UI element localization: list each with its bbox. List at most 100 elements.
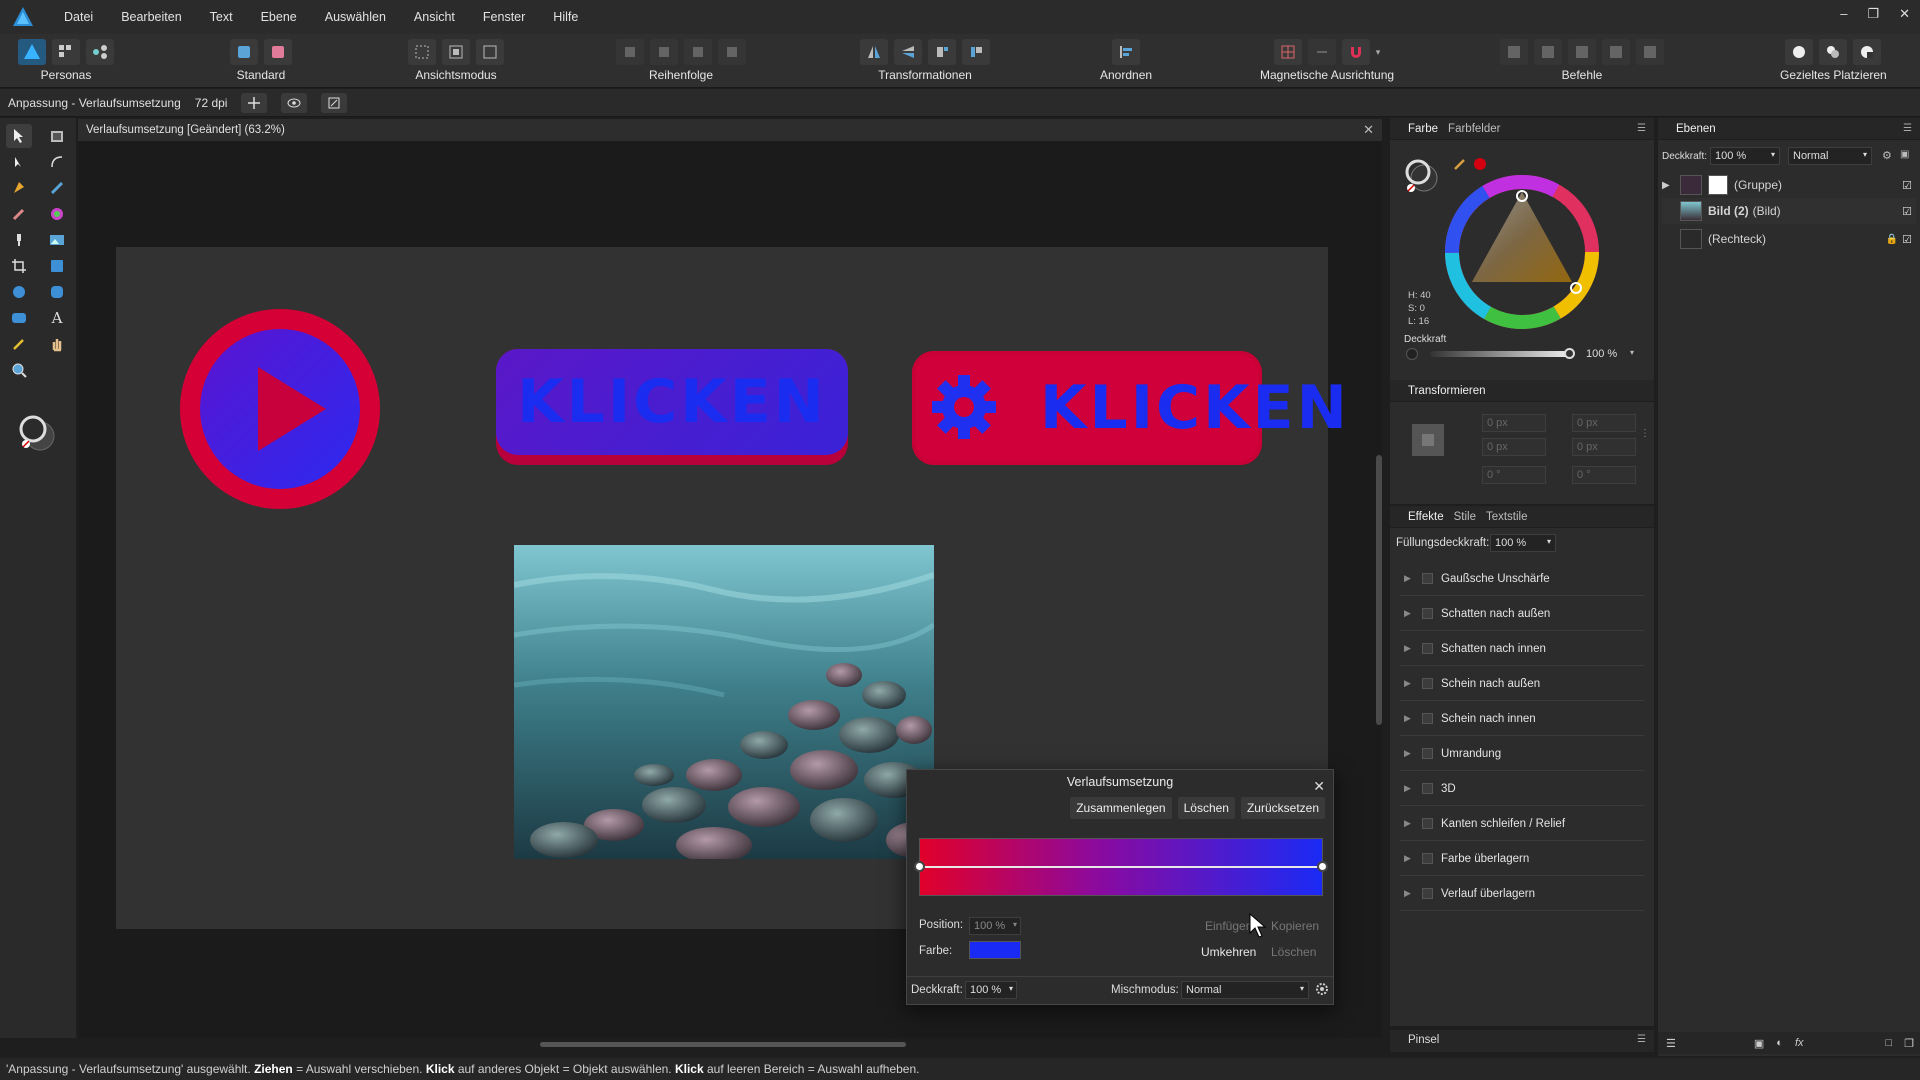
fill-opacity-input[interactable]: 100 % ▾ <box>1490 534 1556 552</box>
place-image-icon[interactable] <box>44 228 70 252</box>
klicken-button-1[interactable]: KLICKEN <box>496 349 848 455</box>
delete-button[interactable]: Löschen <box>1177 797 1235 819</box>
visibility-icon[interactable] <box>281 92 308 113</box>
vertical-scroll-thumb[interactable] <box>1376 455 1382 725</box>
stop-color-swatch[interactable] <box>969 941 1021 959</box>
rotate-left-icon[interactable] <box>928 39 956 65</box>
zoom-tool-icon[interactable] <box>6 358 32 382</box>
reset-button[interactable]: Zurücksetzen <box>1240 797 1325 819</box>
align-icon[interactable] <box>1112 39 1141 65</box>
blend-mode-select[interactable]: Normal ▾ <box>1181 981 1309 999</box>
order-forward-icon[interactable] <box>684 39 712 65</box>
menu-bearbeiten[interactable]: Bearbeiten <box>107 10 195 24</box>
effect-checkbox[interactable] <box>1422 818 1433 829</box>
layer-visibility-checkbox[interactable]: ☑ <box>1902 179 1912 192</box>
fill-tool-icon[interactable] <box>44 202 70 226</box>
eyedropper-icon[interactable] <box>1452 156 1468 172</box>
text-tool-icon[interactable]: A <box>44 306 70 330</box>
corner-tool-icon[interactable] <box>44 150 70 174</box>
menu-ebene[interactable]: Ebene <box>247 10 311 24</box>
layers-opacity-input[interactable]: 100 % ▾ <box>1710 147 1780 165</box>
magnet-icon[interactable] <box>1341 39 1370 65</box>
effect-row-3d[interactable]: ▶ 3D <box>1400 772 1644 806</box>
view-mode-2-icon[interactable] <box>442 39 470 65</box>
color-swatch-icon[interactable] <box>18 414 58 457</box>
layers-adjustment-icon[interactable]: ◐ <box>1776 1037 1783 1049</box>
hand-tool-icon[interactable] <box>44 332 70 356</box>
menu-ansicht[interactable]: Ansicht <box>400 10 469 24</box>
klicken-button-2[interactable]: KLICKEN <box>912 351 1347 465</box>
position-input[interactable]: 100 % ▾ <box>969 917 1021 935</box>
color-opacity-dropdown-icon[interactable]: ▾ <box>1630 348 1634 357</box>
view-mode-1-icon[interactable] <box>408 39 436 65</box>
horizontal-scrollbar[interactable] <box>82 1040 1372 1048</box>
layer-visibility-checkbox[interactable]: ☑ <box>1902 205 1912 218</box>
layers-add-icon[interactable]: □ <box>1886 1037 1893 1049</box>
gradient-stop-end[interactable] <box>1317 861 1328 872</box>
layers-duplicate-icon[interactable]: ❐ <box>1904 1037 1914 1050</box>
crop-tool-icon[interactable] <box>6 254 32 278</box>
share-icon[interactable] <box>264 39 292 65</box>
link-icon[interactable]: ⋮ <box>1640 428 1650 439</box>
fill-opacity-dropdown-icon[interactable]: ▾ <box>1547 537 1551 546</box>
tab-farbfelder[interactable]: Farbfelder <box>1448 123 1500 135</box>
flip-horizontal-icon[interactable] <box>860 39 888 65</box>
expand-icon[interactable]: ▶ <box>1404 888 1416 899</box>
tab-stile[interactable]: Stile <box>1454 511 1476 523</box>
close-window-icon[interactable]: ✕ <box>1899 6 1910 22</box>
layer-row-rectangle[interactable]: (Rechteck) 🔒 ☑ <box>1662 226 1916 252</box>
rotation-input[interactable]: 0 ° <box>1482 466 1546 484</box>
bool-subtract-icon[interactable] <box>1534 39 1562 65</box>
layers-stack-icon[interactable]: ☰ <box>1666 1037 1676 1050</box>
transform-title[interactable]: Transformieren <box>1408 385 1486 397</box>
pencil-tool-icon[interactable] <box>44 176 70 200</box>
y-input[interactable]: 0 px <box>1572 414 1636 432</box>
snapping-dropdown-icon[interactable]: ▾ <box>1376 47 1381 58</box>
bool-divide-icon[interactable] <box>1636 39 1664 65</box>
order-front-icon[interactable] <box>718 39 746 65</box>
fill-stroke-swatch-icon[interactable] <box>1404 158 1440 196</box>
h-input[interactable]: 0 px <box>1572 438 1636 456</box>
grid-snap-icon[interactable] <box>1273 39 1302 65</box>
menu-fenster[interactable]: Fenster <box>469 10 539 24</box>
effect-row-outline[interactable]: ▶ Umrandung <box>1400 737 1644 771</box>
tab-farbe[interactable]: Farbe <box>1408 123 1438 135</box>
ellipse-tool-icon[interactable] <box>6 280 32 304</box>
rounded-rect-tool-icon[interactable] <box>44 280 70 304</box>
snap-option-icon[interactable] <box>1307 39 1336 65</box>
document-tab[interactable]: Verlaufsumsetzung [Geändert] (63.2%) ✕ <box>78 119 1382 141</box>
effect-checkbox[interactable] <box>1422 748 1433 759</box>
bool-intersect-icon[interactable] <box>1568 39 1596 65</box>
effect-checkbox[interactable] <box>1422 888 1433 899</box>
panel-menu-icon[interactable]: ☰ <box>1637 123 1646 134</box>
horizontal-scroll-thumb[interactable] <box>540 1042 906 1047</box>
node-tool-icon[interactable] <box>6 150 32 174</box>
insert-button[interactable]: Einfügen <box>1205 919 1252 933</box>
effect-checkbox[interactable] <box>1422 608 1433 619</box>
layers-lock-icon[interactable]: ▣ <box>1900 149 1909 160</box>
move-tool-icon[interactable] <box>6 124 32 148</box>
layer-expand-icon[interactable]: ▶ <box>1662 180 1680 191</box>
effect-checkbox[interactable] <box>1422 643 1433 654</box>
move-icon[interactable] <box>241 92 268 113</box>
effect-checkbox[interactable] <box>1422 573 1433 584</box>
opacity-dropdown-icon[interactable]: ▾ <box>1009 984 1013 993</box>
expand-icon[interactable]: ▶ <box>1404 748 1416 759</box>
current-color-dot[interactable] <box>1474 158 1486 170</box>
place-3-icon[interactable] <box>1853 39 1882 65</box>
place-2-icon[interactable] <box>1819 39 1848 65</box>
shape-tool-icon[interactable] <box>6 306 32 330</box>
color-picker-icon[interactable] <box>6 332 32 356</box>
effect-row-gaussian[interactable]: ▶ Gaußsche Unschärfe <box>1400 562 1644 596</box>
pixel-persona-icon[interactable] <box>52 39 80 65</box>
effect-row-bevel[interactable]: ▶ Kanten schleifen / Relief <box>1400 807 1644 841</box>
bool-xor-icon[interactable] <box>1602 39 1630 65</box>
delete-stop-button[interactable]: Löschen <box>1271 945 1316 959</box>
expand-icon[interactable]: ▶ <box>1404 783 1416 794</box>
tab-effekte[interactable]: Effekte <box>1408 511 1444 523</box>
opacity-slider-handle[interactable] <box>1564 348 1575 359</box>
expand-icon[interactable]: ▶ <box>1404 678 1416 689</box>
close-document-icon[interactable]: ✕ <box>1363 122 1374 138</box>
expand-icon[interactable]: ▶ <box>1404 713 1416 724</box>
designer-persona-icon[interactable] <box>18 39 46 65</box>
